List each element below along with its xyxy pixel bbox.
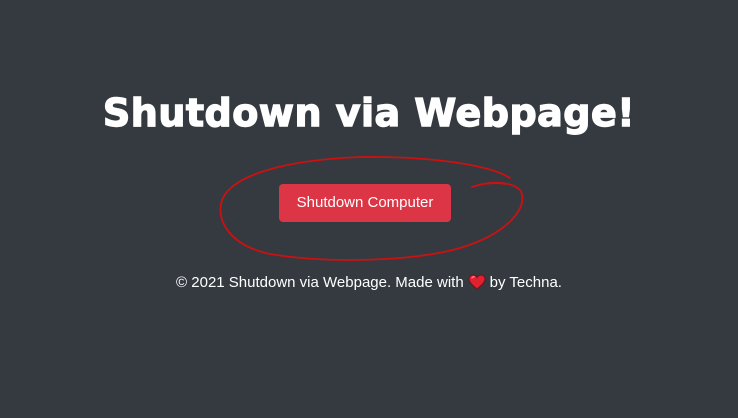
page: { "header": { "title": "Shutdown via Web… [0,0,738,418]
page-title: Shutdown via Webpage! [102,90,636,135]
footer-text-end: by Techna. [489,274,562,291]
footer: © 2021 Shutdown via Webpage. Made with b… [0,272,738,297]
heart-icon [468,274,486,297]
footer-text-start: © 2021 Shutdown via Webpage. Made with [176,274,464,291]
button-container: Shutdown Computer [279,184,451,222]
shutdown-computer-button[interactable]: Shutdown Computer [279,184,451,222]
